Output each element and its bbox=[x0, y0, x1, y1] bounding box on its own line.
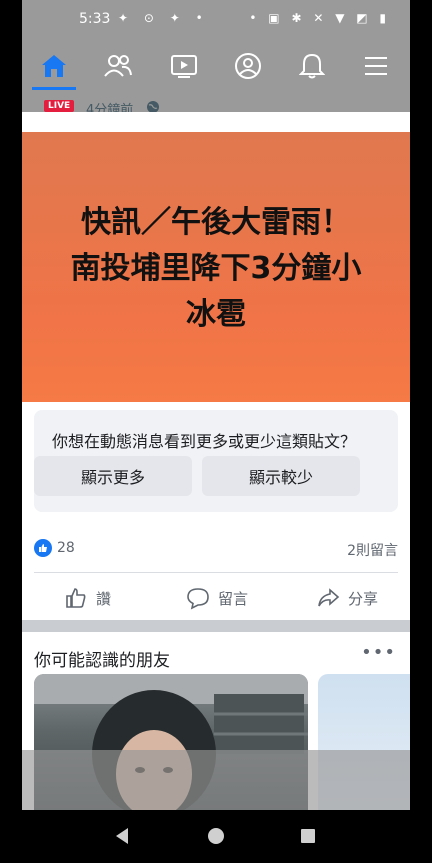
tab-home[interactable] bbox=[28, 44, 80, 90]
post-stats: 28 2則留言 bbox=[22, 532, 410, 564]
like-count[interactable]: 28 bbox=[57, 540, 75, 556]
divider bbox=[34, 572, 398, 573]
more-options-icon[interactable]: ••• bbox=[361, 642, 396, 663]
home-circle-icon bbox=[208, 828, 224, 844]
comment-icon bbox=[187, 588, 209, 610]
dimmed-header: 5:33 ✦ ⊙ ✦ • • ▣ ✱ ✕ ▼ ◩ ▮ LIVE 4分鐘前 bbox=[22, 0, 410, 118]
post-card: 快訊／午後大雷雨！ 南投埔里降下3分鐘小 冰雹 你想在動態消息看到更多或更少這類… bbox=[22, 112, 410, 620]
comment-count[interactable]: 2則留言 bbox=[347, 540, 398, 560]
like-reaction-icon[interactable] bbox=[34, 539, 52, 557]
profile-icon bbox=[235, 53, 261, 79]
friends-icon bbox=[104, 55, 132, 77]
post-meta: LIVE 4分鐘前 bbox=[22, 90, 410, 118]
show-more-label: 顯示更多 bbox=[80, 468, 145, 487]
bell-icon bbox=[299, 53, 325, 79]
tab-profile[interactable] bbox=[222, 44, 274, 88]
share-icon bbox=[318, 588, 340, 607]
share-button[interactable]: 分享 bbox=[316, 582, 378, 614]
share-label: 分享 bbox=[348, 589, 379, 608]
comment-button[interactable]: 留言 bbox=[186, 582, 248, 614]
show-less-label: 顯示較少 bbox=[248, 468, 313, 487]
facebook-app: 5:33 ✦ ⊙ ✦ • • ▣ ✱ ✕ ▼ ◩ ▮ LIVE 4分鐘前 快訊／… bbox=[22, 0, 410, 810]
main-nav bbox=[22, 44, 410, 90]
status-time: 5:33 bbox=[79, 11, 111, 27]
post-image[interactable]: 快訊／午後大雷雨！ 南投埔里降下3分鐘小 冰雹 bbox=[22, 132, 410, 402]
feed-feedback-box: 你想在動態消息看到更多或更少這類貼文？ 顯示更多 顯示較少 bbox=[34, 410, 398, 512]
post-actions: 讚 留言 分享 bbox=[22, 578, 410, 618]
headline-line: 快訊／午後大雷雨！ bbox=[81, 205, 351, 240]
system-nav-bar bbox=[0, 810, 432, 863]
comment-label: 留言 bbox=[218, 589, 249, 608]
recents-icon bbox=[301, 829, 315, 843]
hamburger-icon bbox=[365, 57, 387, 75]
like-label: 讚 bbox=[96, 589, 112, 608]
headline-line: 冰雹 bbox=[186, 297, 246, 332]
section-separator bbox=[22, 620, 410, 632]
back-icon bbox=[116, 828, 128, 844]
dim-overlay bbox=[22, 750, 410, 810]
tab-menu[interactable] bbox=[350, 44, 402, 88]
tab-watch[interactable] bbox=[158, 44, 210, 88]
thumbs-up-icon bbox=[66, 588, 86, 608]
like-button[interactable]: 讚 bbox=[64, 582, 111, 614]
watch-icon bbox=[171, 55, 197, 78]
post-headline: 快訊／午後大雷雨！ 南投埔里降下3分鐘小 冰雹 bbox=[42, 200, 390, 338]
status-bar: 5:33 ✦ ⊙ ✦ • • ▣ ✱ ✕ ▼ ◩ ▮ bbox=[22, 8, 410, 32]
home-nav-button[interactable] bbox=[206, 826, 226, 846]
feedback-question: 你想在動態消息看到更多或更少這類貼文？ bbox=[52, 432, 357, 451]
notification-icons: ✦ ⊙ ✦ • bbox=[118, 11, 209, 25]
home-icon bbox=[42, 55, 66, 77]
show-less-button[interactable]: 顯示較少 bbox=[202, 456, 360, 496]
tab-friends[interactable] bbox=[92, 44, 144, 88]
tab-notifications[interactable] bbox=[286, 44, 338, 88]
pymk-title: 你可能認識的朋友 bbox=[34, 651, 170, 671]
back-button[interactable] bbox=[112, 826, 132, 846]
headline-line: 南投埔里降下3分鐘小 bbox=[70, 251, 362, 286]
show-more-button[interactable]: 顯示更多 bbox=[34, 456, 192, 496]
recents-button[interactable] bbox=[298, 826, 318, 846]
live-badge: LIVE bbox=[44, 100, 75, 112]
system-status-icons: • ▣ ✱ ✕ ▼ ◩ ▮ bbox=[249, 11, 390, 25]
